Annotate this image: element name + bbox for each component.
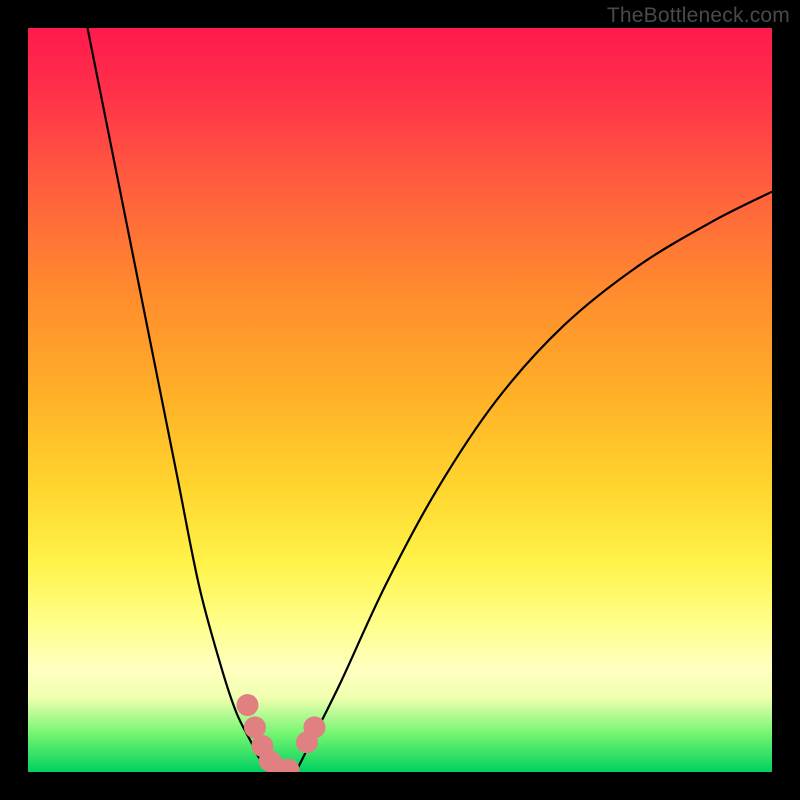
- chart-plot-area: [28, 28, 772, 772]
- marker-dots: [28, 28, 772, 772]
- watermark-text: TheBottleneck.com: [607, 4, 790, 28]
- marker-dot: [303, 716, 325, 738]
- marker-dot: [236, 694, 258, 716]
